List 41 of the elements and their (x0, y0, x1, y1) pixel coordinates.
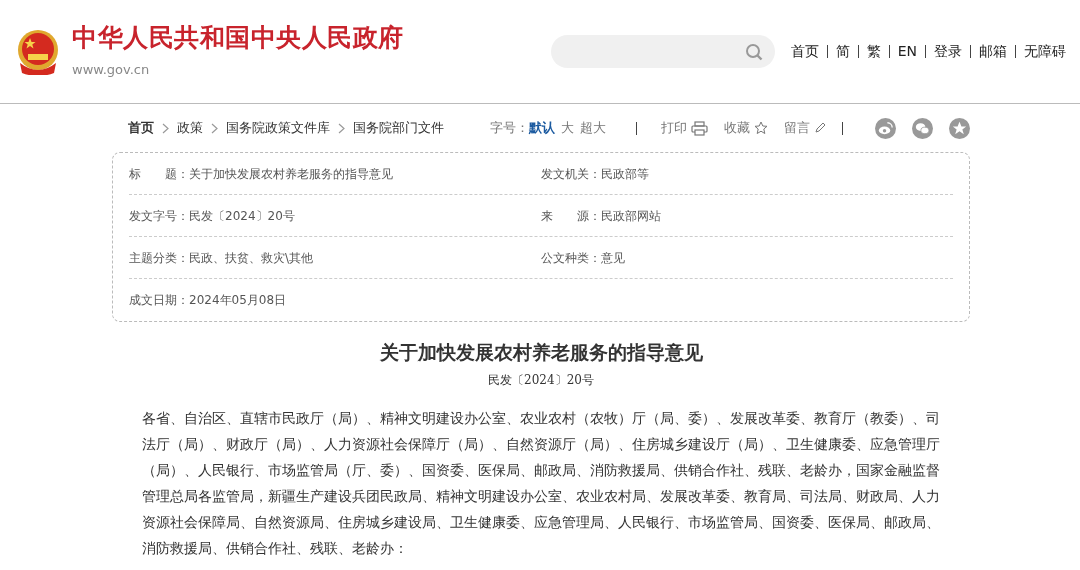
breadcrumb-link[interactable]: 首页 (128, 118, 154, 138)
info-field: 标 题：关于加快发展农村养老服务的指导意见 (129, 164, 541, 183)
font-size-label: 字号： (490, 118, 529, 137)
chevron-icon (211, 122, 218, 134)
info-field: 发文字号：民发〔2024〕20号 (129, 206, 541, 225)
search-icon[interactable] (744, 42, 763, 61)
info-field: 来 源：民政部网站 (541, 206, 953, 225)
breadcrumb-link[interactable]: 政策 (177, 118, 203, 138)
top-nav-link[interactable]: 登录 (934, 41, 962, 62)
info-field: 发文机关：民政部等 (541, 164, 953, 183)
pencil-icon (814, 122, 826, 134)
font-size-option[interactable]: 超大 (580, 118, 606, 138)
national-emblem-icon (16, 28, 60, 75)
top-nav-link[interactable]: 简 (835, 41, 850, 62)
breadcrumb-link[interactable]: 国务院部门文件 (353, 118, 444, 138)
top-nav-link[interactable]: 繁 (866, 41, 881, 62)
weibo-icon[interactable] (875, 117, 896, 139)
printer-icon (691, 120, 708, 136)
search-field[interactable] (550, 35, 775, 68)
breadcrumb-link[interactable]: 国务院政策文件库 (226, 118, 330, 138)
info-field: 主题分类：民政、扶贫、救灾\其他 (129, 248, 541, 267)
document-number: 民发〔2024〕20号 (487, 371, 595, 389)
chevron-icon (338, 122, 345, 134)
info-field: 成文日期：2024年05月08日 (129, 291, 541, 309)
toolbar-link[interactable]: 留言 (784, 118, 810, 138)
top-nav-link[interactable]: EN (897, 41, 917, 62)
document-title: 关于加快发展农村养老服务的指导意见 (378, 340, 704, 365)
toolbar-link[interactable]: 收藏 (724, 118, 750, 138)
top-nav-link[interactable]: 无障碍 (1024, 41, 1066, 62)
font-size-option[interactable]: 默认 (529, 118, 555, 138)
chevron-icon (162, 122, 169, 134)
info-field: 公文种类：意见 (541, 248, 953, 267)
site-title: 中华人民共和国中央人民政府 (72, 24, 404, 52)
top-nav-link[interactable]: 首页 (790, 41, 819, 62)
font-size-option[interactable]: 大 (561, 118, 574, 138)
paragraph: 各省、自治区、直辖市民政厅（局）、精神文明建设办公室、农业农村（农牧）厅（局、委）、发展改革委、教育厅（教委）、司法厅（局）、财政厅（局）、人力资源社会保障厅（局）、自然资源厅（局）、住房城乡建设厅（局）、卫生健康委、应急管理厅（局）、人民银行、市场监管局（厅、委）、国资委、医保局、邮政局、消防救援局、供销合作社、残联、老龄办，国家金融监督管理总局各监管局，新疆生产建设兵团民政局、精神文明建设办公室、农业农村局、发展改革委、教育局、司法局、财政局、人力资源社会保障局、自然资源局、住房城乡建设局、卫生健康委、应急管理局、人民银行、市场监管局、国资委、医保局、邮政局、消防救援局、供销合作社、残联、老龄办： (142, 408, 941, 558)
toolbar-link[interactable]: 打印 (661, 118, 687, 138)
star-outline-icon (754, 121, 768, 135)
site-domain: www.gov.cn (72, 60, 151, 79)
top-nav-link[interactable]: 邮箱 (979, 41, 1007, 62)
wechat-icon[interactable] (912, 117, 933, 139)
